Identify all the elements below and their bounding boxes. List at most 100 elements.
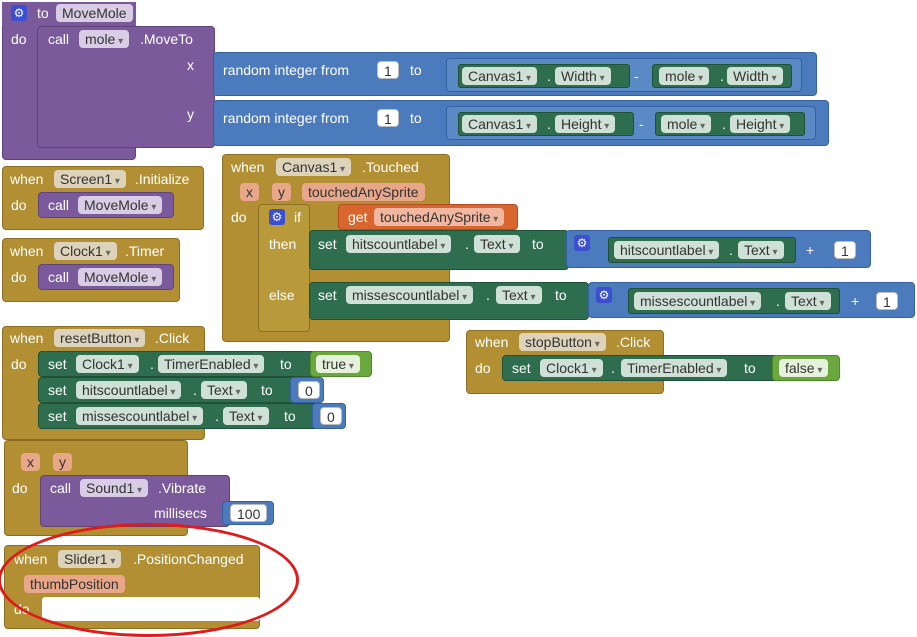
property-dropdown-timerenabled[interactable]: TimerEnabled bbox=[621, 359, 728, 377]
procedure-dropdown-movemole[interactable]: MoveMole bbox=[78, 268, 163, 286]
component-dropdown-missescountlabel[interactable]: missescountlabel bbox=[76, 407, 204, 425]
then-keyword: then bbox=[269, 236, 297, 252]
else-keyword: else bbox=[269, 287, 295, 303]
method-label: .Vibrate bbox=[158, 480, 206, 496]
dot-separator: . bbox=[729, 242, 733, 258]
addition-mutator-gear-icon[interactable]: ⚙ bbox=[574, 235, 590, 251]
component-dropdown-missescountlabel-2[interactable]: missescountlabel bbox=[634, 292, 762, 310]
property-dropdown-text[interactable]: Text bbox=[223, 407, 269, 425]
do-keyword: do bbox=[11, 356, 27, 372]
component-dropdown-canvas1[interactable]: Canvas1 bbox=[462, 67, 538, 85]
dot-separator: . bbox=[722, 116, 726, 132]
to-label: to bbox=[261, 382, 273, 398]
component-dropdown-mole-y[interactable]: mole bbox=[661, 115, 712, 133]
component-dropdown-mole[interactable]: mole bbox=[79, 30, 130, 48]
param-y[interactable]: y bbox=[53, 453, 72, 471]
property-dropdown-text[interactable]: Text bbox=[474, 235, 520, 253]
minus-operator: - bbox=[639, 116, 644, 132]
when-keyword: when bbox=[10, 243, 44, 259]
dot-separator: . bbox=[547, 68, 551, 84]
from-number-field[interactable]: 1 bbox=[377, 61, 399, 79]
boolean-dropdown-false[interactable]: false bbox=[779, 359, 829, 377]
param-y[interactable]: y bbox=[272, 183, 291, 201]
param-x[interactable]: x bbox=[240, 183, 259, 201]
method-label: .MoveTo bbox=[140, 31, 193, 47]
when-keyword: when bbox=[10, 330, 44, 346]
component-dropdown-clock1[interactable]: Clock1 bbox=[76, 355, 139, 373]
param-touchedanysprite[interactable]: touchedAnySprite bbox=[302, 183, 425, 201]
procedure-dropdown-movemole[interactable]: MoveMole bbox=[78, 196, 163, 214]
component-dropdown-missescountlabel[interactable]: missescountlabel bbox=[346, 286, 474, 304]
to-label: to bbox=[555, 287, 567, 303]
set-keyword: set bbox=[512, 360, 531, 376]
dot-separator: . bbox=[720, 68, 724, 84]
set-keyword: set bbox=[318, 287, 337, 303]
component-dropdown-mole-x[interactable]: mole bbox=[659, 67, 710, 85]
component-dropdown-canvas1[interactable]: Canvas1 bbox=[276, 158, 352, 176]
component-dropdown-clock1[interactable]: Clock1 bbox=[54, 242, 117, 260]
number-zero-field[interactable]: 0 bbox=[320, 407, 342, 425]
to-label: to bbox=[744, 360, 756, 376]
component-dropdown-hitscountlabel[interactable]: hitscountlabel bbox=[346, 235, 452, 253]
property-dropdown-width[interactable]: Width bbox=[555, 67, 611, 85]
component-dropdown-hitscountlabel-2[interactable]: hitscountlabel bbox=[614, 241, 720, 259]
when-keyword: when bbox=[475, 334, 509, 350]
property-dropdown-timerenabled[interactable]: TimerEnabled bbox=[158, 355, 265, 373]
property-dropdown-text-2[interactable]: Text bbox=[738, 241, 784, 259]
when-keyword: when bbox=[10, 171, 44, 187]
call-keyword: call bbox=[48, 197, 70, 213]
event-name-label: .Click bbox=[616, 334, 651, 350]
event-name-label: .Click bbox=[155, 330, 190, 346]
to-label: to bbox=[284, 408, 296, 424]
minus-operator: - bbox=[634, 68, 639, 84]
call-keyword: call bbox=[50, 480, 72, 496]
to-label: to bbox=[410, 110, 422, 126]
if-mutator-gear-icon[interactable]: ⚙ bbox=[269, 209, 285, 225]
procedure-name-field[interactable]: MoveMole bbox=[56, 4, 133, 22]
plus-operator: + bbox=[806, 242, 815, 258]
variable-dropdown-touchedanysprite[interactable]: touchedAnySprite bbox=[374, 208, 505, 226]
event-name-label: .Timer bbox=[125, 243, 165, 259]
call-keyword: call bbox=[48, 269, 70, 285]
do-keyword: do bbox=[11, 269, 27, 285]
addition-mutator-gear-icon[interactable]: ⚙ bbox=[596, 287, 612, 303]
number-one-field[interactable]: 1 bbox=[876, 292, 898, 310]
component-dropdown-screen1[interactable]: Screen1 bbox=[54, 170, 126, 188]
x-socket-label: x bbox=[187, 57, 194, 73]
param-x[interactable]: x bbox=[21, 453, 40, 471]
property-dropdown-height-2[interactable]: Height bbox=[730, 115, 791, 133]
mutator-gear-icon[interactable]: ⚙ bbox=[11, 5, 27, 21]
property-dropdown-text[interactable]: Text bbox=[496, 286, 542, 304]
property-dropdown-width-2[interactable]: Width bbox=[727, 67, 783, 85]
dot-separator: . bbox=[193, 382, 197, 398]
property-dropdown-height[interactable]: Height bbox=[555, 115, 616, 133]
set-keyword: set bbox=[48, 408, 67, 424]
property-dropdown-text-2[interactable]: Text bbox=[785, 292, 831, 310]
number-100-field[interactable]: 100 bbox=[230, 504, 268, 522]
dot-separator: . bbox=[215, 408, 219, 424]
set-keyword: set bbox=[48, 356, 67, 372]
millisecs-socket-label: millisecs bbox=[154, 505, 207, 521]
component-dropdown-canvas1[interactable]: Canvas1 bbox=[462, 115, 538, 133]
component-dropdown-sound1[interactable]: Sound1 bbox=[80, 479, 149, 497]
number-zero-field[interactable]: 0 bbox=[298, 381, 320, 399]
component-dropdown-hitscountlabel[interactable]: hitscountlabel bbox=[76, 381, 182, 399]
dot-separator: . bbox=[465, 236, 469, 252]
component-dropdown-stopbutton[interactable]: stopButton bbox=[519, 333, 606, 351]
component-dropdown-resetbutton[interactable]: resetButton bbox=[54, 329, 146, 347]
dot-separator: . bbox=[150, 356, 154, 372]
do-keyword: do bbox=[475, 360, 491, 376]
to-label: to bbox=[410, 62, 422, 78]
from-number-field[interactable]: 1 bbox=[377, 109, 399, 127]
do-keyword: do bbox=[11, 197, 27, 213]
component-dropdown-clock1[interactable]: Clock1 bbox=[540, 359, 603, 377]
property-dropdown-text[interactable]: Text bbox=[201, 381, 247, 399]
y-socket-label: y bbox=[187, 106, 194, 122]
dot-separator: . bbox=[611, 360, 615, 376]
do-keyword: do bbox=[11, 31, 27, 47]
to-keyword: to bbox=[37, 5, 49, 21]
event-name-label: .Initialize bbox=[135, 171, 190, 187]
get-keyword: get bbox=[348, 209, 368, 225]
number-one-field[interactable]: 1 bbox=[834, 241, 856, 259]
boolean-dropdown-true[interactable]: true bbox=[316, 355, 360, 373]
